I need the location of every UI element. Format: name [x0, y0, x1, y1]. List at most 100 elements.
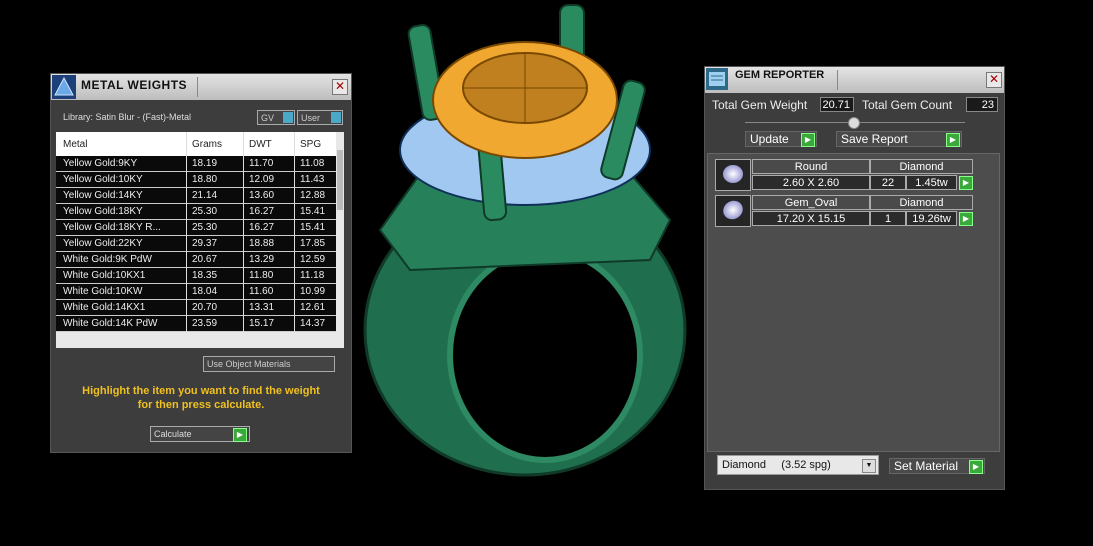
grams-value: 18.35	[192, 270, 218, 281]
gem-reporter-titlebar[interactable]: GEM REPORTER ✕	[705, 67, 1004, 93]
col-dwt[interactable]: DWT	[249, 139, 272, 150]
metal-name: Yellow Gold:9KY	[63, 158, 138, 169]
gem-count: 1	[870, 211, 906, 226]
dwt-value: 11.80	[249, 270, 274, 281]
spg-value: 17.85	[300, 238, 326, 249]
play-icon: ▶	[969, 460, 983, 474]
grams-value: 18.80	[192, 174, 218, 185]
spg-value: 15.41	[300, 206, 326, 217]
center-stone	[432, 41, 618, 159]
total-gem-weight-value: 20.71	[820, 97, 854, 112]
spg-value: 11.43	[300, 174, 325, 185]
gem-list: Round Diamond 2.60 X 2.60 22 1.45tw ▶ Ge…	[707, 153, 1000, 452]
help-text: Highlight the item you want to find the …	[51, 384, 351, 412]
collapse-handle[interactable]	[848, 117, 860, 129]
titlebar-divider	[837, 70, 838, 90]
dwt-value: 16.27	[249, 206, 275, 217]
use-object-materials-option[interactable]: Use Object Materials	[203, 356, 335, 372]
metal-name: White Gold:10KX1	[63, 270, 146, 281]
oval-gem-thumbnail[interactable]	[715, 195, 751, 227]
material-select-value: Diamond (3.52 spg)	[722, 459, 831, 471]
play-icon: ▶	[801, 133, 815, 147]
grams-value: 23.59	[192, 318, 218, 329]
spg-value: 12.88	[300, 190, 326, 201]
help-line-1: Highlight the item you want to find the …	[82, 385, 320, 397]
spg-value: 11.08	[300, 158, 325, 169]
dwt-value: 13.60	[249, 190, 275, 201]
gem-select-icon[interactable]: ▶	[959, 212, 973, 226]
scroll-thumb[interactable]	[337, 150, 343, 210]
spg-value: 12.59	[300, 254, 326, 265]
gv-toggle[interactable]: GV	[257, 110, 295, 125]
col-metal[interactable]: Metal	[63, 139, 87, 150]
gv-label: GV	[261, 113, 275, 123]
save-report-button[interactable]: Save Report ▶	[836, 131, 962, 147]
spg-value: 10.99	[300, 286, 326, 297]
user-label: User	[301, 113, 321, 123]
metal-weights-titlebar[interactable]: METAL WEIGHTS ✕	[51, 74, 351, 100]
grams-value: 25.30	[192, 222, 218, 233]
library-label: Library: Satin Blur - (Fast)-Metal	[63, 112, 192, 122]
grams-value: 25.30	[192, 206, 218, 217]
gem-select-icon[interactable]: ▶	[959, 176, 973, 190]
ring-model-viewport[interactable]	[350, 0, 700, 546]
gv-check-icon	[283, 112, 293, 123]
spg-value: 12.61	[300, 302, 326, 313]
gem-count: 22	[870, 175, 906, 190]
set-material-button[interactable]: Set Material ▶	[889, 458, 985, 474]
total-gem-weight-label: Total Gem Weight	[712, 98, 808, 112]
metal-weights-app-icon	[52, 75, 76, 99]
grams-value: 18.19	[192, 158, 218, 169]
spg-value: 11.18	[300, 270, 325, 281]
col-spg[interactable]: SPG	[300, 139, 321, 150]
close-icon[interactable]: ✕	[332, 79, 348, 95]
col-grams[interactable]: Grams	[192, 139, 222, 150]
gem-size: 2.60 X 2.60	[752, 175, 870, 190]
chevron-down-icon[interactable]: ▼	[862, 459, 876, 473]
set-material-label: Set Material	[894, 459, 959, 473]
gem-shape: Gem_Oval	[752, 195, 870, 210]
close-icon[interactable]: ✕	[986, 72, 1002, 88]
vertical-scrollbar[interactable]	[336, 132, 344, 348]
dwt-value: 18.88	[249, 238, 275, 249]
calculate-label: Calculate	[154, 429, 192, 439]
metal-weights-panel: METAL WEIGHTS ✕ Library: Satin Blur - (F…	[50, 73, 352, 453]
round-gem-thumbnail[interactable]	[715, 159, 751, 191]
grams-value: 21.14	[192, 190, 218, 201]
material-select[interactable]: Diamond (3.52 spg) ▼	[717, 455, 879, 475]
gem-reporter-panel: GEM REPORTER ✕ Total Gem Weight 20.71 To…	[704, 66, 1005, 490]
update-label: Update	[750, 132, 789, 146]
play-icon: ▶	[233, 428, 247, 442]
dwt-value: 12.09	[249, 174, 275, 185]
metal-weights-title: METAL WEIGHTS	[81, 78, 188, 92]
metal-table[interactable]: Metal Grams DWT SPG Yellow Gold:9KY 18.19…	[56, 132, 344, 348]
metal-name: White Gold:14K PdW	[63, 318, 158, 329]
use-object-materials-label: Use Object Materials	[207, 359, 291, 369]
horizontal-scrollbar[interactable]	[56, 332, 344, 348]
dwt-value: 13.29	[249, 254, 275, 265]
metal-name: Yellow Gold:18KY R...	[63, 222, 161, 233]
grams-value: 29.37	[192, 238, 218, 249]
gem-shape: Round	[752, 159, 870, 174]
metal-name: Yellow Gold:10KY	[63, 174, 143, 185]
grams-value: 20.67	[192, 254, 218, 265]
calculate-button[interactable]: Calculate ▶	[150, 426, 250, 442]
total-gem-count-value: 23	[966, 97, 998, 112]
metal-name: White Gold:14KX1	[63, 302, 146, 313]
metal-name: Yellow Gold:22KY	[63, 238, 143, 249]
titlebar-divider	[197, 77, 198, 97]
play-icon: ▶	[946, 133, 960, 147]
grams-value: 20.70	[192, 302, 218, 313]
gem-weight: 19.26tw	[906, 211, 957, 226]
grams-value: 18.04	[192, 286, 218, 297]
spg-value: 15.41	[300, 222, 326, 233]
dwt-value: 13.31	[249, 302, 275, 313]
metal-name: White Gold:9K PdW	[63, 254, 152, 265]
metal-name: Yellow Gold:18KY	[63, 206, 143, 217]
user-toggle[interactable]: User	[297, 110, 343, 125]
gem-reporter-title: GEM REPORTER	[735, 69, 825, 81]
update-button[interactable]: Update ▶	[745, 131, 817, 147]
spg-value: 14.37	[300, 318, 326, 329]
save-report-label: Save Report	[841, 132, 908, 146]
dwt-value: 15.17	[249, 318, 275, 329]
